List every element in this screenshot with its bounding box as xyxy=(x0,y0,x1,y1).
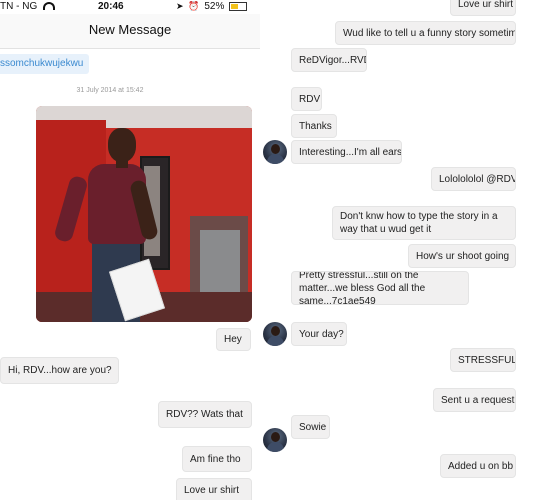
message-bubble-received[interactable]: Pretty stressful...still on the matter..… xyxy=(291,271,469,305)
message-bubble-sent[interactable]: Sent u a request xyxy=(433,388,516,412)
message-bubble-sent[interactable]: Hey xyxy=(216,328,251,351)
nav-header: New Message xyxy=(0,14,260,49)
message-bubble-received[interactable]: Your day? xyxy=(291,322,347,346)
location-icon: ➤ xyxy=(176,1,184,11)
message-bubble-sent[interactable]: Lololololol @RDV xyxy=(431,167,516,191)
avatar[interactable] xyxy=(263,322,287,346)
avatar[interactable] xyxy=(263,140,287,164)
page-title: New Message xyxy=(88,22,172,37)
message-bubble-sent[interactable]: Am fine tho xyxy=(182,446,252,472)
message-bubble-received[interactable]: Interesting...I'm all ears xyxy=(291,140,402,164)
message-bubble-sent[interactable]: How's ur shoot going xyxy=(408,244,516,268)
wifi-icon xyxy=(43,2,55,11)
message-bubble-sent[interactable]: STRESSFUL xyxy=(450,348,516,372)
clock: 20:46 xyxy=(98,1,124,12)
message-bubble-received[interactable]: Thanks xyxy=(291,114,337,138)
message-bubble-received[interactable]: ReDVigor...RVD xyxy=(291,48,367,72)
alarm-icon: ⏰ xyxy=(188,1,200,11)
left-screenshot: TN - NG 20:46 ➤ ⏰ 52% New Message ssomch… xyxy=(0,0,260,500)
message-bubble-sent[interactable]: RDV?? Wats that xyxy=(158,401,252,428)
status-bar: TN - NG 20:46 ➤ ⏰ 52% xyxy=(0,0,260,14)
recipient-chip[interactable]: ssomchukwujekwu xyxy=(0,54,90,74)
message-bubble-sent[interactable]: Love ur shirt xyxy=(450,0,516,16)
message-bubble-sent[interactable]: Love ur shirt xyxy=(176,478,252,500)
message-bubble-received[interactable]: Sowie xyxy=(291,415,330,439)
message-bubble-received[interactable]: Hi, RDV...how are you? xyxy=(0,357,119,384)
battery-icon xyxy=(229,1,248,11)
carrier-label: TN - NG xyxy=(0,1,38,12)
right-screenshot: Love ur shirt Wud like to tell u a funny… xyxy=(260,0,534,500)
battery-percent: 52% xyxy=(204,1,225,12)
message-bubble-sent[interactable]: Don't knw how to type the story in a way… xyxy=(332,206,516,240)
avatar[interactable] xyxy=(263,428,287,452)
photo-attachment[interactable] xyxy=(36,106,252,322)
message-bubble-received[interactable]: RDV xyxy=(291,87,322,111)
message-bubble-sent[interactable]: Added u on bb xyxy=(440,454,516,478)
message-bubble-sent[interactable]: Wud like to tell u a funny story sometim… xyxy=(335,21,516,45)
message-timestamp: 31 July 2014 at 15:42 xyxy=(76,87,144,94)
